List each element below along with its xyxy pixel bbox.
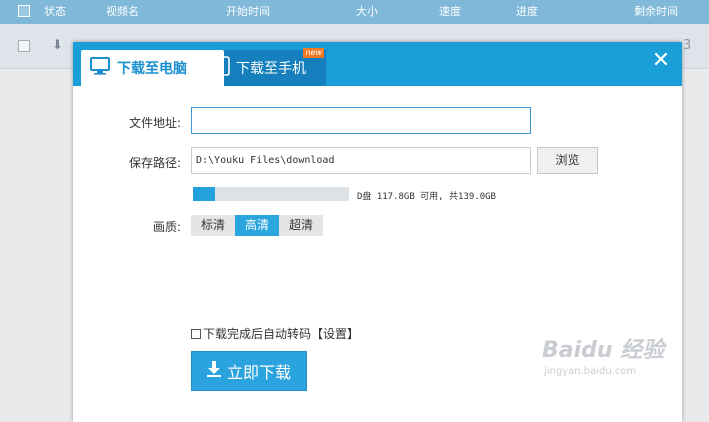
watermark-title: Baidu 经验 (542, 338, 665, 363)
disk-usage-fill (193, 187, 215, 201)
download-now-label: 立即下载 (226, 363, 291, 382)
disk-space-text: D盘 117.8GB 可用, 共139.0GB (357, 192, 496, 202)
column-video-name[interactable]: 视频名 (106, 3, 139, 19)
tab-download-to-pc[interactable]: 下载至电脑 (81, 50, 224, 86)
auto-transcode-row: 下载完成后自动转码 【设置】 (191, 325, 359, 342)
row-checkbox[interactable] (18, 40, 30, 52)
new-badge: new (303, 48, 324, 58)
watermark-url: jingyan.baidu.com (544, 366, 637, 377)
column-speed[interactable]: 速度 (439, 3, 461, 19)
column-time-left[interactable]: 剩余时间 (634, 3, 678, 19)
quality-shd-button[interactable]: 超清 (279, 215, 323, 236)
monitor-icon (90, 57, 110, 79)
column-size[interactable]: 大小 (356, 3, 378, 19)
quality-hd-button[interactable]: 高清 (235, 215, 279, 236)
quality-sd-button[interactable]: 标清 (191, 215, 235, 236)
download-arrow-icon: ⬇ (52, 38, 63, 53)
url-input[interactable] (191, 107, 531, 134)
browse-button[interactable]: 浏览 (537, 147, 598, 174)
quality-label: 画质: (152, 220, 181, 234)
tab-label: 下载至手机 (236, 61, 306, 77)
column-progress[interactable]: 进度 (516, 3, 538, 19)
baidu-watermark: Baidu 经验 jingyan.baidu.com (542, 332, 664, 377)
column-start-time[interactable]: 开始时间 (226, 3, 270, 19)
download-list-header: 状态 视频名 开始时间 大小 速度 进度 剩余时间 (0, 0, 709, 24)
row-time-left: 3 (683, 38, 692, 53)
auto-transcode-checkbox[interactable] (191, 328, 201, 339)
auto-transcode-label: 下载完成后自动转码 (203, 327, 312, 341)
dialog-header: 下载至手机 new 下载至电脑 ✕ (73, 42, 682, 86)
save-path-input[interactable] (191, 147, 531, 174)
download-icon (206, 361, 221, 381)
disk-usage-bar (193, 187, 349, 201)
select-all-checkbox[interactable] (18, 5, 30, 17)
tab-label: 下载至电脑 (117, 61, 187, 77)
download-now-button[interactable]: 立即下载 (191, 351, 307, 391)
column-status[interactable]: 状态 (44, 3, 66, 19)
save-path-label: 保存路径: (128, 156, 181, 170)
close-button[interactable]: ✕ (650, 50, 672, 72)
url-label: 文件地址: (128, 116, 181, 130)
settings-link[interactable]: 【设置】 (311, 325, 359, 342)
